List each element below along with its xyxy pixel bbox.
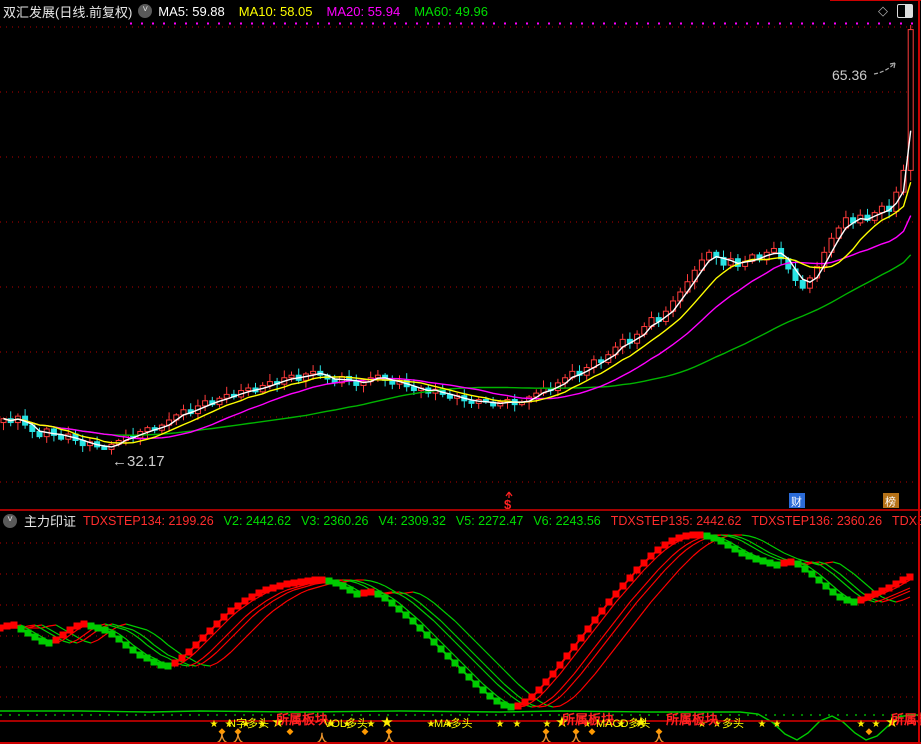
ma-value-1: MA10: 58.05 xyxy=(238,3,313,19)
ma-value-0: MA5: 59.88 xyxy=(158,3,225,19)
svg-text:◆: ◆ xyxy=(287,726,294,736)
svg-text:★: ★ xyxy=(496,719,505,730)
svg-text:多头: 多头 xyxy=(722,716,744,730)
diamond-icon[interactable]: ◇ xyxy=(878,4,888,18)
ma-value-2: MA20: 55.94 xyxy=(326,3,401,19)
svg-text:财: 财 xyxy=(791,495,802,509)
svg-text:★: ★ xyxy=(857,719,866,730)
window-border-right xyxy=(918,0,920,744)
svg-text:所属板块: 所属板块 xyxy=(276,712,329,727)
app-window: 双汇发展(日线.前复权) ˅ MA5: 59.88 MA10: 58.05 MA20… xyxy=(0,0,921,744)
indicator-name: 主力印证 xyxy=(24,514,77,529)
window-border-top xyxy=(830,0,921,1)
indicator-value-4: V5: 2272.47 xyxy=(455,513,524,528)
main-chart[interactable]: ←32.1765.36$ 财榜 xyxy=(0,22,921,510)
svg-text:所属板: 所属板 xyxy=(891,712,921,727)
svg-text:★: ★ xyxy=(210,719,219,730)
svg-text:MACD多头: MACD多头 xyxy=(596,716,650,730)
svg-text:MA多头: MA多头 xyxy=(434,716,473,730)
indicator-value-7: TDXSTEP136: 2360.26 xyxy=(751,513,883,528)
indicator-value-6: TDXSTEP135: 2442.62 xyxy=(610,513,742,528)
indicator-header: ˅ 主力印证 TDXSTEP134: 2199.26 V2: 2442.62 V3:… xyxy=(0,511,921,530)
svg-text:★: ★ xyxy=(513,719,522,730)
svg-text:VOL多头: VOL多头 xyxy=(324,716,368,730)
svg-text:榜: 榜 xyxy=(885,495,896,509)
indicator-value-3: V4: 2309.32 xyxy=(378,513,446,528)
svg-text:所属板块: 所属板块 xyxy=(666,712,719,727)
ma-value-3: MA60: 49.96 xyxy=(414,3,488,19)
topright-toolbar: ◇ xyxy=(878,4,913,18)
indicator-value-5: V6: 2243.56 xyxy=(533,513,601,528)
titlebar: 双汇发展(日线.前复权) ˅ MA5: 59.88 MA10: 58.05 MA20… xyxy=(0,0,921,22)
indicator-value-0: TDXSTEP134: 2199.26 xyxy=(83,513,214,528)
svg-text:←32.17: ←32.17 xyxy=(112,453,165,470)
panes-icon[interactable] xyxy=(897,4,913,18)
chevron-down-icon[interactable]: ˅ xyxy=(138,4,153,18)
indicator-chart[interactable]: ★ ★ ★ ★ ★ ★ ★ ★ ★ ★ ★ ★ ★ ★ ★ ★ ★ ★ ★ ★ ★ ★ ★ ★ ★◆ ◆ ◆ ◆ ◆ ◆ ◆ ◆ ◆ ◆人人人人人… xyxy=(0,530,921,744)
chevron-down-icon[interactable]: ˅ xyxy=(3,513,17,528)
stock-title: 双汇发展(日线.前复权) xyxy=(3,4,133,20)
svg-text:★: ★ xyxy=(872,719,881,730)
svg-text:N字多头: N字多头 xyxy=(228,716,269,730)
svg-text:★: ★ xyxy=(758,719,767,730)
svg-text:◆: ◆ xyxy=(589,726,596,736)
svg-text:65.36: 65.36 xyxy=(832,67,867,83)
indicator-value-2: V3: 2360.26 xyxy=(301,513,369,528)
indicator-values: TDXSTEP134: 2199.26 V2: 2442.62 V3: 2360.2… xyxy=(83,514,921,528)
svg-text:◆: ◆ xyxy=(866,726,873,736)
ma-values: MA5: 59.88 MA10: 58.05 MA20: 55.94 MA60: 49… xyxy=(158,4,488,19)
indicator-value-8: TDXSTEP137: 2309 xyxy=(892,513,921,528)
svg-text:★: ★ xyxy=(773,719,782,730)
indicator-value-1: V2: 2442.62 xyxy=(223,513,292,528)
